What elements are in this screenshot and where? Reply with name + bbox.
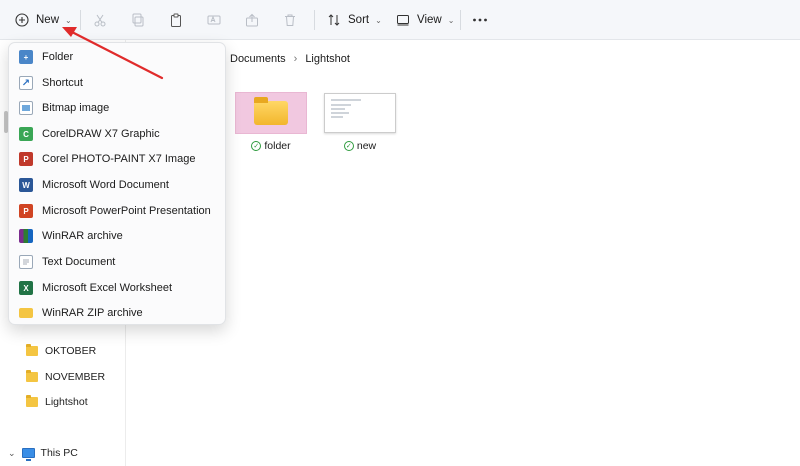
- clipboard-icon: [168, 12, 184, 28]
- menu-item-bitmap[interactable]: Bitmap image: [10, 96, 224, 120]
- toolbar-divider: [80, 10, 81, 30]
- menu-item-folder[interactable]: + Folder: [10, 45, 224, 69]
- coreldraw-icon: C: [19, 127, 33, 141]
- view-icon: [395, 12, 411, 28]
- rename-icon: [206, 12, 222, 28]
- toolbar-divider: [314, 10, 315, 30]
- menu-item-winrar[interactable]: WinRAR archive: [10, 224, 224, 248]
- chevron-down-icon: ⌄: [375, 15, 382, 25]
- sync-check-icon: ✓: [251, 141, 262, 151]
- sort-button[interactable]: Sort ⌄: [326, 9, 382, 31]
- copy-button[interactable]: [130, 9, 146, 31]
- sort-button-label: Sort: [348, 14, 370, 26]
- sidebar-item-label: Lightshot: [45, 396, 88, 408]
- menu-item-shortcut[interactable]: ↗ Shortcut: [10, 71, 224, 95]
- breadcrumb-lightshot[interactable]: Lightshot: [305, 53, 350, 65]
- folder-icon: [254, 97, 288, 125]
- menu-item-zip[interactable]: WinRAR ZIP archive: [10, 301, 224, 325]
- text-document-icon: [19, 255, 33, 269]
- chevron-down-icon: ⌄: [447, 15, 455, 25]
- breadcrumb: Documents › Lightshot: [230, 53, 350, 65]
- sidebar-item-november[interactable]: NOVEMBER: [26, 367, 105, 387]
- view-button-label: View: [417, 14, 442, 26]
- folder-icon: [26, 370, 38, 382]
- image-thumbnail: [324, 92, 396, 134]
- bitmap-icon: [19, 101, 33, 115]
- more-icon: [472, 12, 488, 28]
- delete-button[interactable]: [282, 9, 298, 31]
- file-item-label: new: [356, 140, 377, 152]
- folder-icon: [26, 344, 38, 356]
- plus-circle-icon: [14, 12, 30, 28]
- sidebar-item-label: This PC: [40, 447, 78, 459]
- powerpoint-icon: P: [19, 204, 33, 218]
- cut-button[interactable]: [92, 9, 108, 31]
- folder-icon: [26, 395, 38, 407]
- share-button[interactable]: [244, 9, 260, 31]
- chevron-right-icon: ›: [293, 53, 298, 65]
- breadcrumb-documents[interactable]: Documents: [230, 53, 286, 65]
- new-button[interactable]: New ⌄: [14, 9, 72, 31]
- sidebar-item-lightshot[interactable]: Lightshot: [26, 392, 88, 412]
- excel-icon: X: [19, 281, 33, 295]
- trash-icon: [282, 12, 298, 28]
- copy-icon: [130, 12, 146, 28]
- menu-item-word[interactable]: W Microsoft Word Document: [10, 173, 224, 197]
- shortcut-icon: ↗: [19, 76, 33, 90]
- sidebar-item-label: NOVEMBER: [45, 371, 106, 383]
- menu-item-powerpoint[interactable]: P Microsoft PowerPoint Presentation: [10, 199, 224, 223]
- scissors-icon: [92, 12, 108, 28]
- new-folder-icon: +: [19, 50, 33, 64]
- menu-item-excel[interactable]: X Microsoft Excel Worksheet: [10, 276, 224, 300]
- menu-item-coreldraw[interactable]: C CorelDRAW X7 Graphic: [10, 122, 224, 146]
- new-menu: + Folder ↗ Shortcut Bitmap image C Corel…: [8, 42, 226, 325]
- paste-button[interactable]: [168, 9, 184, 31]
- chevron-down-icon: ⌄: [65, 15, 72, 25]
- sync-check-icon: ✓: [343, 141, 354, 151]
- more-options-button[interactable]: [472, 9, 488, 31]
- computer-icon: [21, 448, 35, 461]
- folder-thumbnail: [235, 92, 307, 134]
- toolbar-divider: [460, 10, 461, 30]
- sidebar-item-label: OKTOBER: [45, 345, 97, 357]
- photopaint-icon: P: [19, 152, 33, 166]
- chevron-down-icon[interactable]: ⌄: [8, 448, 16, 459]
- file-item-folder[interactable]: ✓ folder: [234, 92, 308, 152]
- sidebar-item-this-pc[interactable]: ⌄ This PC: [8, 443, 78, 463]
- new-button-label: New: [36, 14, 60, 26]
- word-icon: W: [19, 178, 33, 192]
- rename-button[interactable]: [206, 9, 222, 31]
- sidebar-item-oktober[interactable]: OKTOBER: [26, 341, 96, 361]
- file-item-new[interactable]: ✓ new: [323, 92, 397, 152]
- winrar-icon: [19, 229, 33, 243]
- screenshot-thumbnail-icon: [324, 93, 396, 133]
- menu-item-photopaint[interactable]: P Corel PHOTO-PAINT X7 Image: [10, 147, 224, 171]
- command-bar: New ⌄ Sort ⌄ View ⌄: [0, 0, 800, 40]
- zip-icon: [19, 308, 33, 318]
- menu-item-text-document[interactable]: Text Document: [10, 250, 224, 274]
- sort-icon: [326, 12, 342, 28]
- file-item-label: folder: [264, 140, 291, 152]
- view-button[interactable]: View ⌄: [395, 9, 454, 31]
- share-icon: [244, 12, 260, 28]
